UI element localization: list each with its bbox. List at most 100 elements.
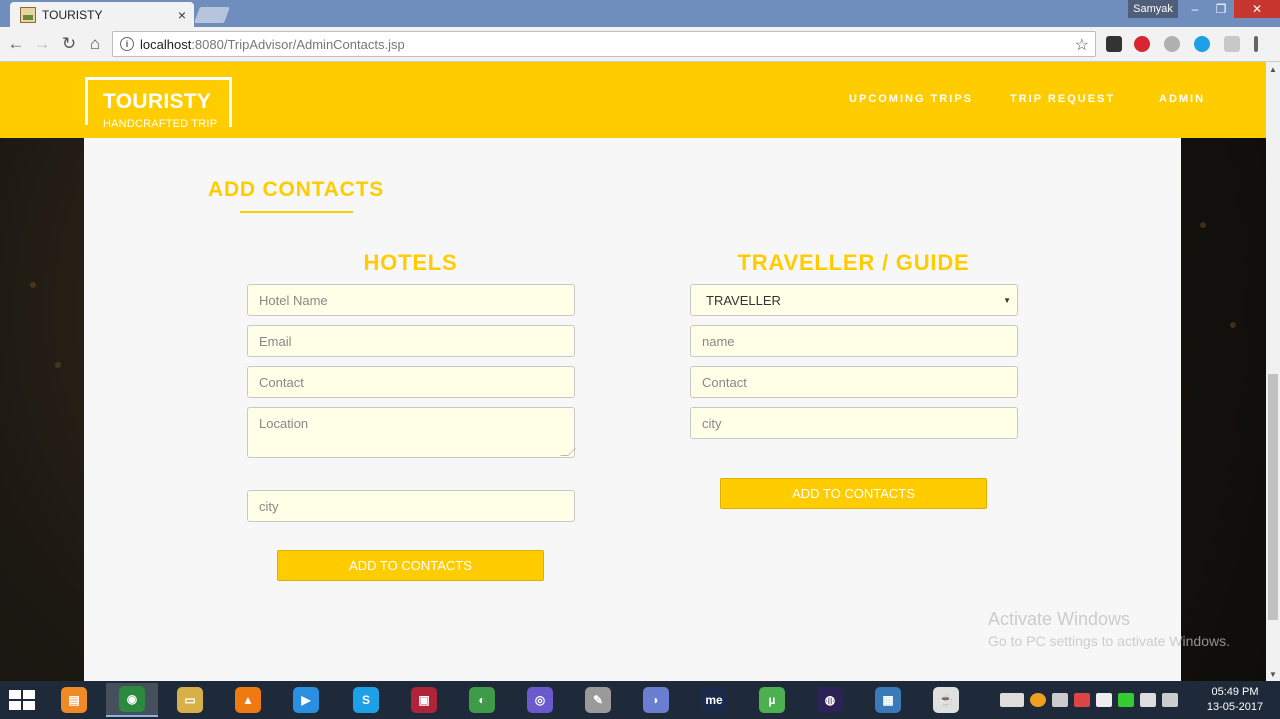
tray-app-icon[interactable] xyxy=(1140,693,1156,707)
maximize-button[interactable]: ❐ xyxy=(1208,0,1234,18)
site-header: TOURISTY HANDCRAFTED TRIP UPCOMING TRIPS… xyxy=(0,62,1266,138)
taskbar-photos-button[interactable]: ▦ xyxy=(862,683,914,717)
windows-start-icon[interactable] xyxy=(6,687,36,713)
taskbar-dolphin-app-button[interactable]: ◗ xyxy=(630,683,682,717)
url-path: :8080/TripAdvisor/AdminContacts.jsp xyxy=(191,36,405,52)
contact-type-selected: TRAVELLER xyxy=(706,292,781,308)
site-logo[interactable]: TOURISTY HANDCRAFTED TRIP xyxy=(85,77,232,130)
bookmark-star-icon[interactable]: ☆ xyxy=(1075,35,1089,55)
scroll-down-icon[interactable]: ▼ xyxy=(1266,667,1280,681)
profile-name[interactable]: Samyak xyxy=(1128,0,1178,18)
logo-title: TOURISTY xyxy=(103,90,212,113)
network-icon[interactable] xyxy=(1074,693,1090,707)
add-hotel-contact-button[interactable]: ADD TO CONTACTS xyxy=(277,550,544,581)
chrome-icon: ◉ xyxy=(119,686,145,712)
nav-link-admin[interactable]: ADMIN xyxy=(1159,93,1205,105)
site-favicon-icon xyxy=(20,6,36,23)
tab-title: TOURISTY xyxy=(42,7,103,22)
mediaencoder-icon: me xyxy=(701,687,727,713)
windows-taskbar: ▤ ◉ ▭ ▲ ▶ S ▣ ◐ ◎ ✎ ◗ me µ ◍ ▦ ☕ 05:49 PM 13-05-2017 xyxy=(0,681,1280,719)
network-app-icon: ◐ xyxy=(469,687,495,713)
page-title: ADD CONTACTS xyxy=(208,178,385,201)
extension-icon[interactable] xyxy=(1106,36,1122,52)
background-bokeh xyxy=(30,282,36,288)
taskbar-file-explorer-button[interactable]: ▭ xyxy=(164,683,216,717)
minimize-button[interactable]: – xyxy=(1182,0,1208,18)
add-traveller-contact-button[interactable]: ADD TO CONTACTS xyxy=(720,478,987,509)
volume-icon[interactable] xyxy=(1052,693,1068,707)
taskbar-screen-recorder-button[interactable]: ▣ xyxy=(398,683,450,717)
opera-extension-icon[interactable] xyxy=(1134,36,1150,52)
nav-link-upcoming-trips[interactable]: UPCOMING TRIPS xyxy=(849,93,973,105)
reload-icon[interactable]: ↻ xyxy=(59,34,79,54)
system-clock[interactable]: 05:49 PM 13-05-2017 xyxy=(1200,685,1270,715)
taskbar-eclipse-button[interactable]: ◍ xyxy=(804,683,856,717)
taskbar-network-app-button[interactable]: ◐ xyxy=(456,683,508,717)
menu-icon[interactable] xyxy=(1254,36,1258,52)
scroll-up-icon[interactable]: ▲ xyxy=(1266,62,1280,76)
scrollbar-thumb[interactable] xyxy=(1268,374,1278,620)
taskbar-media-player-button[interactable]: ▶ xyxy=(280,683,332,717)
taskbar-mediaencoder-button[interactable]: me xyxy=(688,683,740,717)
extension-icon[interactable] xyxy=(1164,36,1180,52)
extension-icon[interactable] xyxy=(1224,36,1240,52)
hotel-email-input[interactable] xyxy=(247,325,575,357)
system-tray xyxy=(1000,681,1184,719)
taskbar-chrome-button[interactable]: ◉ xyxy=(106,683,158,717)
media-player-icon: ▶ xyxy=(293,687,319,713)
torrent-app-icon: ◎ xyxy=(527,687,553,713)
photos-icon: ▦ xyxy=(875,687,901,713)
taskbar-skype-button[interactable]: S xyxy=(340,683,392,717)
url-host: localhost xyxy=(140,36,192,52)
activate-windows-subtitle: Go to PC settings to activate Windows. xyxy=(988,633,1230,649)
taskbar-java-button[interactable]: ☕ xyxy=(920,683,972,717)
tray-app-icon[interactable] xyxy=(1118,693,1134,707)
close-window-button[interactable]: ✕ xyxy=(1234,0,1280,18)
chevron-down-icon: ▼ xyxy=(1003,296,1011,305)
battery-icon[interactable] xyxy=(1162,693,1178,707)
clock-time: 05:49 PM xyxy=(1211,686,1259,698)
background-bokeh xyxy=(1200,222,1206,228)
contact-type-select[interactable]: TRAVELLER ▼ xyxy=(690,284,1018,316)
eclipse-icon: ◍ xyxy=(817,687,843,713)
logo-subtitle: HANDCRAFTED TRIP xyxy=(103,118,218,130)
hotel-contact-input[interactable] xyxy=(247,366,575,398)
hotel-city-input[interactable] xyxy=(247,490,575,522)
forward-icon[interactable]: → xyxy=(32,34,52,54)
tray-app-icon[interactable] xyxy=(1030,693,1046,707)
clock-date: 13-05-2017 xyxy=(1206,701,1264,713)
info-icon[interactable]: i xyxy=(120,37,134,51)
page-scrollbar[interactable]: ▲ ▼ xyxy=(1266,62,1280,681)
background-bokeh xyxy=(55,362,61,368)
title-underline xyxy=(240,211,353,213)
page-viewport: TOURISTY HANDCRAFTED TRIP UPCOMING TRIPS… xyxy=(0,62,1266,681)
flag-icon[interactable] xyxy=(1096,693,1112,707)
taskbar-vlc-button[interactable]: ▲ xyxy=(222,683,274,717)
nav-link-trip-request[interactable]: TRIP REQUEST xyxy=(1010,93,1115,105)
file-explorer-icon: ▭ xyxy=(177,687,203,713)
browser-tab[interactable]: TOURISTY × xyxy=(10,2,194,27)
keyboard-icon[interactable] xyxy=(1000,693,1024,707)
traveller-name-input[interactable] xyxy=(690,325,1018,357)
skype-extension-icon[interactable] xyxy=(1194,36,1210,52)
background-bokeh xyxy=(1230,322,1236,328)
back-icon[interactable]: ← xyxy=(6,34,26,54)
vlc-icon: ▲ xyxy=(235,687,261,713)
hotel-location-textarea[interactable] xyxy=(247,407,575,458)
traveller-city-input[interactable] xyxy=(690,407,1018,439)
traveller-guide-heading: TRAVELLER / GUIDE xyxy=(737,250,970,275)
taskbar-torrent-app-button[interactable]: ◎ xyxy=(514,683,566,717)
new-tab-button[interactable] xyxy=(194,7,230,23)
address-bar[interactable]: i localhost :8080/TripAdvisor/AdminConta… xyxy=(112,31,1096,57)
utorrent-icon: µ xyxy=(759,687,785,713)
java-icon: ☕ xyxy=(933,687,959,713)
home-icon[interactable]: ⌂ xyxy=(85,34,105,54)
dolphin-app-icon: ◗ xyxy=(643,687,669,713)
taskbar-notepad-button[interactable]: ✎ xyxy=(572,683,624,717)
taskbar-file-manager-button[interactable]: ▤ xyxy=(48,683,100,717)
traveller-contact-input[interactable] xyxy=(690,366,1018,398)
hotel-name-input[interactable] xyxy=(247,284,575,316)
tab-close-icon[interactable]: × xyxy=(178,7,186,23)
browser-toolbar: ← → ↻ ⌂ i localhost :8080/TripAdvisor/Ad… xyxy=(0,27,1280,62)
taskbar-utorrent-button[interactable]: µ xyxy=(746,683,798,717)
